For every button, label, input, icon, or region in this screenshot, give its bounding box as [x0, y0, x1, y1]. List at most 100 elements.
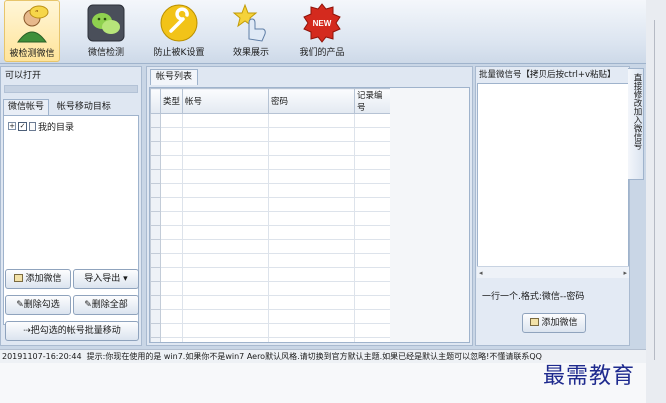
toolbar-tested-wechat-button[interactable]: “ 被检测微信 — [4, 0, 60, 62]
row-header[interactable] — [150, 127, 161, 142]
table-cell[interactable] — [182, 337, 269, 342]
table-cell[interactable] — [354, 267, 391, 282]
table-row[interactable] — [150, 183, 391, 198]
table-row[interactable] — [150, 267, 391, 282]
add-wechat-button[interactable]: 添加微信 — [5, 269, 71, 289]
import-export-button[interactable]: 导入导出 ▾ — [73, 269, 139, 289]
table-cell[interactable] — [354, 141, 391, 156]
table-cell[interactable] — [182, 141, 269, 156]
table-cell[interactable] — [160, 183, 183, 198]
table-cell[interactable] — [268, 113, 355, 128]
delete-checked-button[interactable]: ✎删除勾选 — [5, 295, 71, 315]
table-cell[interactable] — [268, 253, 355, 268]
table-cell[interactable] — [268, 211, 355, 226]
table-cell[interactable] — [354, 295, 391, 310]
directory-tree[interactable]: + ✓ 我的目录 — [3, 115, 139, 325]
table-cell[interactable] — [182, 127, 269, 142]
column-header-record-no[interactable]: 记录编号 — [354, 88, 391, 114]
row-header[interactable] — [150, 253, 161, 268]
table-row[interactable] — [150, 309, 391, 324]
table-row[interactable] — [150, 323, 391, 338]
row-header[interactable] — [150, 197, 161, 212]
row-header[interactable] — [150, 141, 161, 156]
table-cell[interactable] — [354, 323, 391, 338]
table-cell[interactable] — [354, 253, 391, 268]
table-cell[interactable] — [268, 239, 355, 254]
expand-icon[interactable]: + — [8, 122, 16, 130]
row-header[interactable] — [150, 211, 161, 226]
table-cell[interactable] — [160, 295, 183, 310]
table-cell[interactable] — [182, 183, 269, 198]
column-header-account[interactable]: 帐号 — [182, 88, 269, 114]
table-row[interactable] — [150, 295, 391, 310]
table-cell[interactable] — [268, 267, 355, 282]
column-header-password[interactable]: 密码 — [268, 88, 355, 114]
table-cell[interactable] — [160, 267, 183, 282]
table-cell[interactable] — [354, 155, 391, 170]
move-batch-button[interactable]: ⇢把勾选的帐号批量移动 — [5, 321, 139, 341]
tree-checkbox[interactable]: ✓ — [18, 121, 27, 131]
table-cell[interactable] — [182, 113, 269, 128]
table-cell[interactable] — [268, 337, 355, 342]
table-row[interactable] — [150, 113, 391, 128]
table-row[interactable] — [150, 169, 391, 184]
table-cell[interactable] — [268, 183, 355, 198]
table-cell[interactable] — [268, 141, 355, 156]
table-cell[interactable] — [182, 211, 269, 226]
table-cell[interactable] — [160, 323, 183, 338]
row-header[interactable] — [150, 267, 161, 282]
table-cell[interactable] — [354, 225, 391, 240]
table-cell[interactable] — [160, 239, 183, 254]
tree-node-root[interactable]: + ✓ 我的目录 — [8, 120, 74, 133]
table-cell[interactable] — [160, 211, 183, 226]
toolbar-products-button[interactable]: NEW 我们的产品 — [296, 0, 348, 62]
toolbar-anti-ban-button[interactable]: 防止被K设置 — [150, 0, 208, 62]
table-cell[interactable] — [160, 337, 183, 342]
batch-add-wechat-button[interactable]: 添加微信 — [522, 313, 586, 333]
table-cell[interactable] — [182, 253, 269, 268]
table-cell[interactable] — [354, 183, 391, 198]
scroll-right-icon[interactable]: ▸ — [623, 269, 627, 277]
table-cell[interactable] — [182, 197, 269, 212]
row-header[interactable] — [150, 309, 161, 324]
table-row[interactable] — [150, 337, 391, 342]
row-header[interactable] — [150, 155, 161, 170]
table-cell[interactable] — [354, 127, 391, 142]
scroll-left-icon[interactable]: ◂ — [479, 269, 483, 277]
row-header[interactable] — [150, 337, 161, 342]
table-cell[interactable] — [354, 309, 391, 324]
table-cell[interactable] — [182, 155, 269, 170]
table-cell[interactable] — [268, 309, 355, 324]
table-row[interactable] — [150, 155, 391, 170]
table-cell[interactable] — [268, 155, 355, 170]
table-cell[interactable] — [182, 225, 269, 240]
table-cell[interactable] — [268, 225, 355, 240]
table-cell[interactable] — [268, 197, 355, 212]
table-cell[interactable] — [354, 337, 391, 342]
table-cell[interactable] — [354, 211, 391, 226]
table-row[interactable] — [150, 253, 391, 268]
table-cell[interactable] — [182, 267, 269, 282]
table-cell[interactable] — [160, 155, 183, 170]
table-cell[interactable] — [354, 169, 391, 184]
delete-all-button[interactable]: ✎删除全部 — [73, 295, 139, 315]
row-header[interactable] — [150, 239, 161, 254]
table-cell[interactable] — [160, 169, 183, 184]
column-header-type[interactable]: 类型 — [160, 88, 183, 114]
table-cell[interactable] — [182, 309, 269, 324]
table-cell[interactable] — [160, 281, 183, 296]
table-cell[interactable] — [268, 323, 355, 338]
tab-wechat-accounts[interactable]: 微信帐号 — [3, 99, 50, 115]
table-cell[interactable] — [160, 113, 183, 128]
row-header[interactable] — [150, 225, 161, 240]
table-cell[interactable] — [354, 113, 391, 128]
table-cell[interactable] — [268, 295, 355, 310]
table-cell[interactable] — [160, 127, 183, 142]
table-cell[interactable] — [182, 239, 269, 254]
table-cell[interactable] — [160, 141, 183, 156]
tab-move-target[interactable]: 帐号移动目标 — [52, 99, 116, 115]
table-cell[interactable] — [268, 169, 355, 184]
table-cell[interactable] — [160, 225, 183, 240]
table-cell[interactable] — [160, 253, 183, 268]
toolbar-effect-button[interactable]: 效果展示 — [228, 0, 274, 62]
